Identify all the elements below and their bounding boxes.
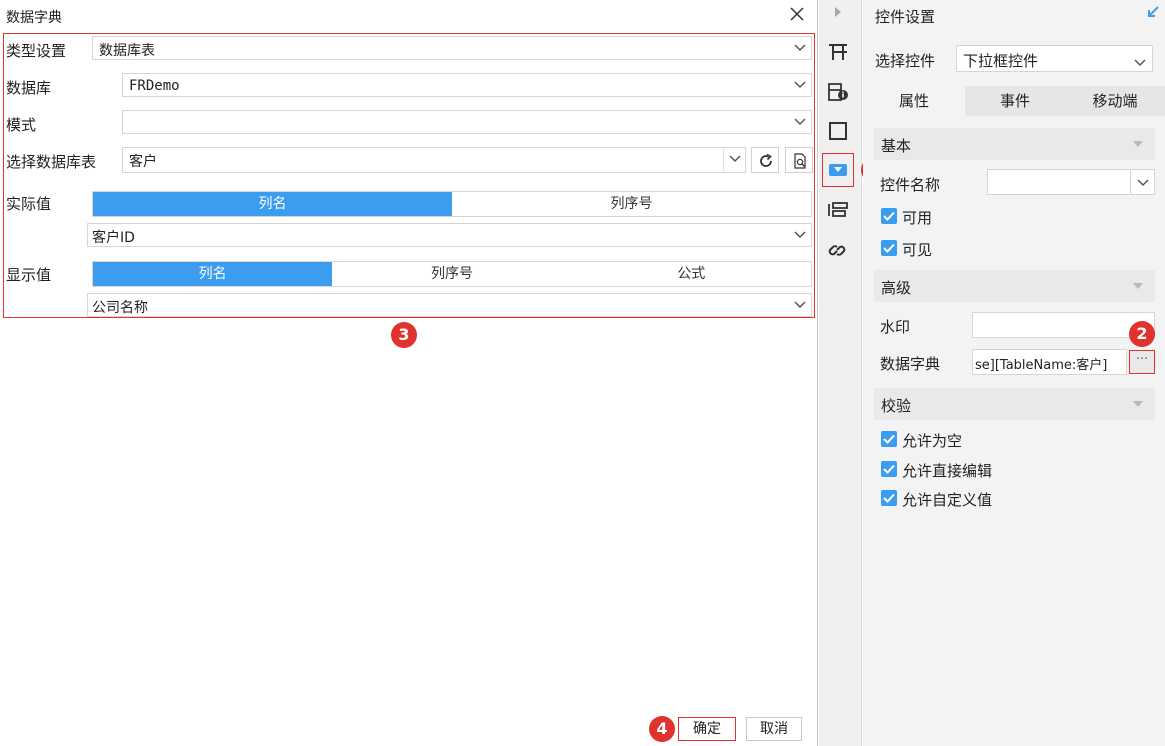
select-widget-value: 下拉框控件 bbox=[963, 52, 1039, 70]
collapse-icon bbox=[1133, 283, 1143, 289]
visible-checkbox[interactable] bbox=[881, 240, 897, 256]
watermark-label: 水印 bbox=[880, 318, 911, 336]
annotation-badge-4: 4 bbox=[649, 716, 675, 742]
widget-name-field[interactable] bbox=[987, 169, 1155, 195]
link-icon[interactable] bbox=[825, 238, 851, 262]
checkbox-checked-icon bbox=[883, 464, 895, 474]
dialog-title: 数据字典 bbox=[6, 10, 62, 26]
section-advanced-title: 高级 bbox=[881, 279, 912, 297]
tab-mobile[interactable]: 移动端 bbox=[1065, 86, 1165, 116]
checkbox-checked-icon bbox=[883, 211, 895, 221]
enabled-label: 可用 bbox=[902, 209, 933, 227]
widget-name-label: 控件名称 bbox=[880, 176, 941, 194]
section-basic[interactable]: 基本 bbox=[874, 128, 1155, 160]
section-basic-title: 基本 bbox=[881, 137, 912, 155]
allow-empty-label: 允许为空 bbox=[902, 432, 963, 450]
collapse-icon bbox=[1133, 401, 1143, 407]
checkbox-checked-icon bbox=[883, 493, 895, 503]
section-advanced[interactable]: 高级 bbox=[874, 270, 1155, 302]
tab-events[interactable]: 事件 bbox=[965, 86, 1065, 116]
cancel-button[interactable]: 取消 bbox=[746, 717, 802, 741]
watermark-field[interactable] bbox=[972, 312, 1155, 338]
checkbox-checked-icon bbox=[883, 243, 895, 253]
data-dictionary-field[interactable]: se][TableName:客户] bbox=[972, 349, 1127, 375]
widget-list-icon[interactable] bbox=[825, 198, 851, 222]
frame-icon[interactable] bbox=[825, 119, 851, 143]
data-dictionary-value: se][TableName:客户] bbox=[975, 358, 1108, 373]
allow-empty-checkbox[interactable] bbox=[881, 431, 897, 447]
data-dictionary-label: 数据字典 bbox=[880, 355, 941, 373]
panel-title: 控件设置 bbox=[875, 8, 936, 26]
allow-direct-edit-label: 允许直接编辑 bbox=[902, 462, 993, 480]
section-validation-title: 校验 bbox=[881, 397, 912, 415]
section-validation[interactable]: 校验 bbox=[874, 388, 1155, 420]
select-widget-dropdown[interactable]: 下拉框控件 bbox=[956, 45, 1153, 72]
select-widget-label: 选择控件 bbox=[875, 52, 936, 70]
data-dictionary-edit-button[interactable]: ··· bbox=[1129, 350, 1155, 374]
annotation-badge-3: 3 bbox=[391, 322, 417, 348]
layout-icon[interactable] bbox=[825, 40, 851, 64]
cell-info-icon[interactable] bbox=[825, 80, 851, 104]
dropdown-widget-icon bbox=[829, 164, 847, 176]
collapse-arrow-icon[interactable] bbox=[834, 6, 842, 22]
side-toolbar bbox=[819, 0, 862, 746]
allow-custom-value-label: 允许自定义值 bbox=[902, 491, 993, 509]
dropdown-widget-button[interactable] bbox=[822, 153, 854, 187]
pin-icon[interactable] bbox=[1146, 5, 1160, 23]
highlight-frame bbox=[3, 33, 815, 318]
close-icon[interactable] bbox=[788, 5, 806, 23]
collapse-icon bbox=[1133, 141, 1143, 147]
tab-properties[interactable]: 属性 bbox=[863, 86, 965, 116]
ok-button[interactable]: 确定 bbox=[678, 717, 736, 741]
checkbox-checked-icon bbox=[883, 434, 895, 444]
chevron-down-icon[interactable] bbox=[1130, 170, 1154, 194]
allow-custom-value-checkbox[interactable] bbox=[881, 490, 897, 506]
visible-label: 可见 bbox=[902, 241, 933, 259]
chevron-down-icon[interactable] bbox=[1134, 55, 1146, 71]
allow-direct-edit-checkbox[interactable] bbox=[881, 461, 897, 477]
annotation-badge-2: 2 bbox=[1129, 321, 1155, 347]
enabled-checkbox[interactable] bbox=[881, 208, 897, 224]
